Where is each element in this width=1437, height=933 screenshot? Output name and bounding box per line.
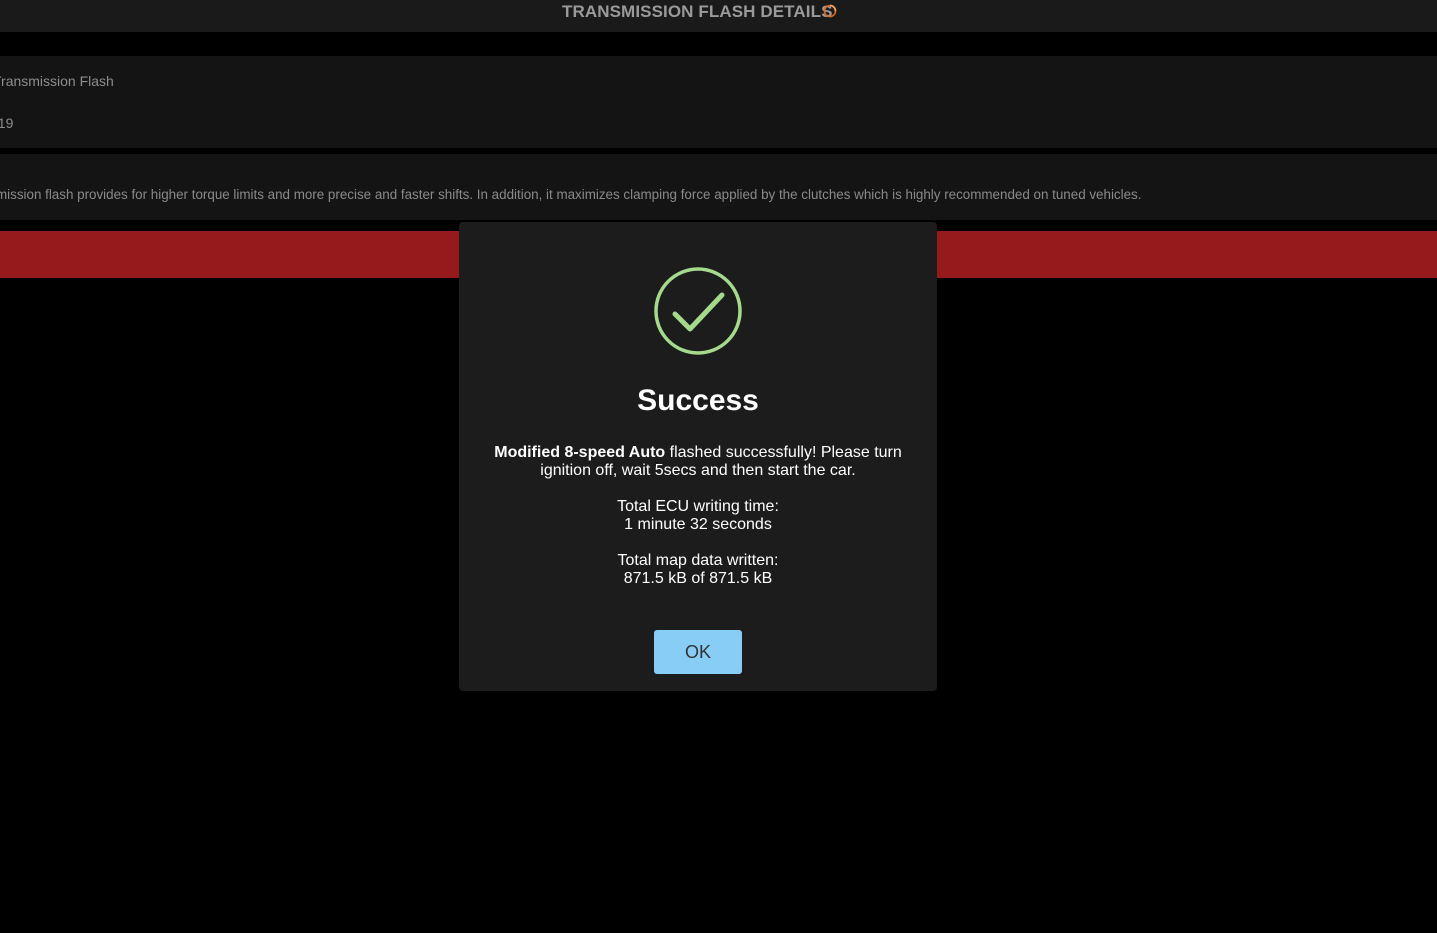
page-title: TRANSMISSION FLASH DETAILS — [562, 2, 833, 21]
flash-description: mission flash provides for higher torque… — [0, 187, 1142, 202]
dialog-message: Modified 8-speed Auto flashed successful… — [489, 444, 907, 480]
dialog-title: Success — [637, 384, 759, 417]
writing-time-label: Total ECU writing time: — [617, 498, 779, 515]
header-bar: TRANSMISSION FLASH DETAILS — [0, 0, 1437, 32]
success-dialog: Success Modified 8-speed Auto flashed su… — [459, 222, 937, 691]
loading-spinner-icon — [822, 3, 838, 19]
dialog-message-emphasis: Modified 8-speed Auto — [494, 444, 666, 461]
flash-year: 019 — [0, 115, 14, 131]
flash-description-panel: mission flash provides for higher torque… — [0, 154, 1437, 220]
ok-button[interactable]: OK — [654, 630, 742, 674]
writing-time-value: 1 minute 32 seconds — [624, 516, 772, 533]
page-root: TRANSMISSION FLASH DETAILS Transmission … — [0, 0, 1437, 933]
map-data-label: Total map data written: — [617, 552, 779, 569]
flash-name: Transmission Flash — [0, 73, 114, 89]
flash-info-panel: Transmission Flash 019 — [0, 56, 1437, 148]
map-data-value: 871.5 kB of 871.5 kB — [623, 570, 773, 587]
map-data-info: Total map data written: 871.5 kB of 871.… — [459, 552, 937, 588]
writing-time-info: Total ECU writing time: 1 minute 32 seco… — [459, 498, 937, 534]
checkmark-circle-icon — [654, 267, 742, 355]
